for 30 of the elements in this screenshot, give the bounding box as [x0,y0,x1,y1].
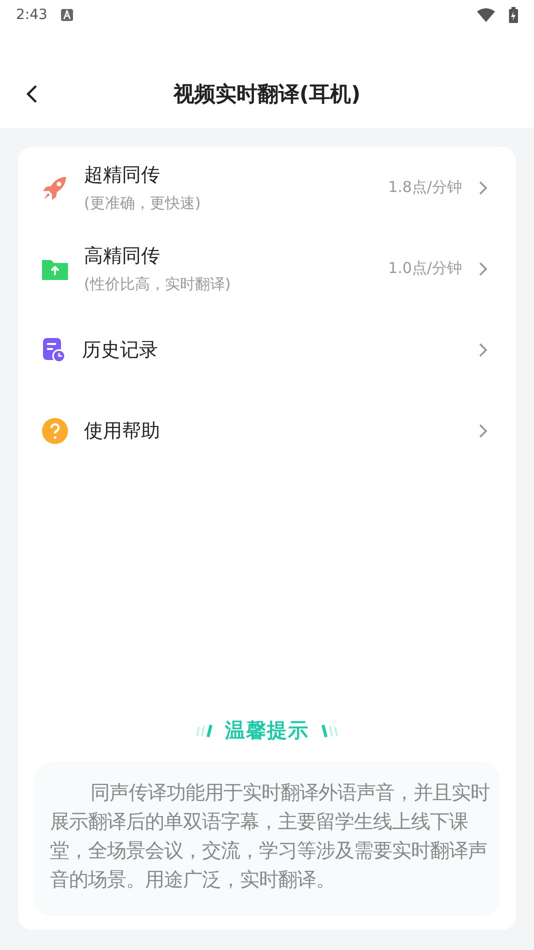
battery-icon [509,7,518,23]
back-icon [26,84,38,104]
chevron-right-icon [478,180,488,196]
menu-item[interactable]: 高精同传 (性价比高，实时翻译) 1.0点/分钟 [18,228,516,309]
chevron-right-icon [478,342,488,358]
stripes-icon [195,722,215,738]
help-icon [42,418,68,444]
status-time: 2:43 [16,7,48,23]
menu-item-title: 高精同传 [84,244,161,269]
page-title: 视频实时翻译(耳机) [173,81,361,108]
folder-upload-icon [42,258,68,280]
tip-title: 温馨提示 [225,717,309,744]
price-label: 1.0点/分钟 [388,259,462,278]
menu-item-title: 历史记录 [82,338,159,362]
menu-item[interactable]: 使用帮助 [18,390,516,471]
wifi-icon [477,8,495,22]
menu-item-title: 使用帮助 [84,418,161,444]
menu-item[interactable]: 历史记录 [18,309,516,390]
chevron-right-icon [478,260,488,276]
keyboard-notification-icon [61,9,74,21]
stripes-icon [319,722,339,738]
menu-item-title: 超精同传 [84,163,161,188]
history-icon [42,338,66,362]
rocket-icon [42,174,68,200]
tip-text: 同声传译功能用于实时翻译外语声音，并且实时展示翻译后的单双语字幕，主要留学生线上线下课堂，全场景会议，交流，学习等涉及需要实时翻译声音的场景。用途广泛，实时翻译。 [50,780,491,893]
menu-item-subtitle: (性价比高，实时翻译) [84,275,232,294]
menu-item[interactable]: 超精同传 (更准确，更快速) 1.8点/分钟 [18,147,516,228]
menu-item-subtitle: (更准确，更快速) [84,194,202,213]
chevron-right-icon [478,422,488,438]
price-label: 1.8点/分钟 [388,178,462,197]
